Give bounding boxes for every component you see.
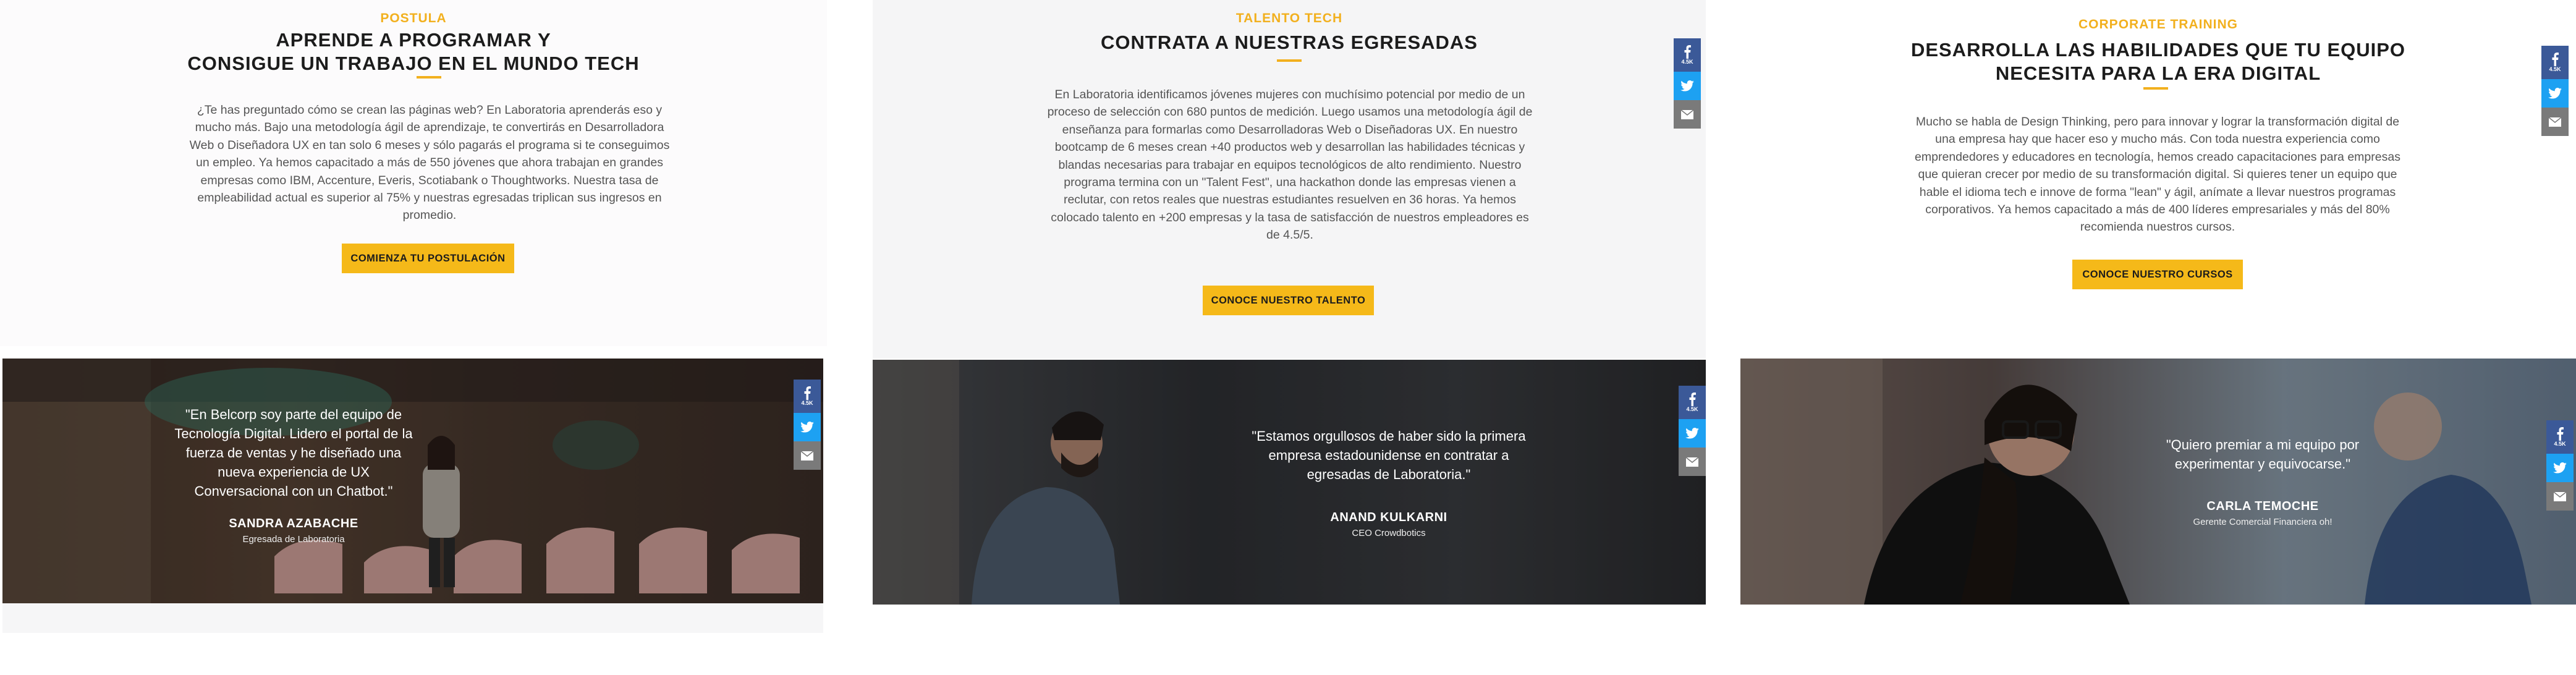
headline-line: DESARROLLA LAS HABILIDADES QUE TU EQUIPO bbox=[1910, 39, 2406, 61]
headline-line: CONTRATA A NUESTRAS EGRESADAS bbox=[1101, 32, 1478, 53]
facebook-icon bbox=[804, 386, 811, 400]
mail-share-button[interactable] bbox=[2546, 482, 2574, 511]
facebook-share-button[interactable]: 4.5K bbox=[1679, 386, 1706, 419]
panel-corporate: CORPORATE TRAINING DESARROLLA LAS HABILI… bbox=[1740, 0, 2576, 675]
body-text: Mucho se habla de Design Thinking, pero … bbox=[1915, 115, 2400, 234]
share-bar: 4.5K bbox=[2541, 46, 2569, 136]
apply-button[interactable]: COMIENZA TU POSTULACIÓN bbox=[342, 244, 514, 273]
talent-button[interactable]: CONOCE NUESTRO TALENTO bbox=[1203, 286, 1374, 315]
body-text: En Laboratoria identificamos jóvenes muj… bbox=[1047, 88, 1533, 242]
testimonial-quote: "Estamos orgullosos de haber sido la pri… bbox=[1252, 428, 1526, 482]
headline: DESARROLLA LAS HABILIDADES QUE TU EQUIPO… bbox=[1740, 38, 2576, 85]
twitter-icon bbox=[1685, 428, 1699, 439]
facebook-icon bbox=[1684, 45, 1691, 59]
facebook-share-count: 4.5K bbox=[801, 400, 813, 406]
twitter-share-button[interactable] bbox=[794, 413, 821, 441]
facebook-share-button[interactable]: 4.5K bbox=[2541, 46, 2569, 79]
mail-icon bbox=[1681, 109, 1693, 119]
accent-rule bbox=[2143, 87, 2168, 90]
twitter-icon bbox=[2548, 88, 2562, 99]
twitter-share-button[interactable] bbox=[2541, 79, 2569, 108]
facebook-share-count: 4.5K bbox=[2549, 66, 2561, 72]
facebook-share-button[interactable]: 4.5K bbox=[2546, 420, 2574, 454]
courses-button[interactable]: CONOCE NUESTRO CURSOS bbox=[2072, 260, 2243, 289]
testimonial-role: Gerente Comercial Financiera oh! bbox=[2193, 517, 2332, 527]
panel-talento: TALENTO TECH CONTRATA A NUESTRAS EGRESAD… bbox=[873, 0, 1706, 675]
mail-share-button[interactable] bbox=[1674, 100, 1701, 129]
mail-icon bbox=[2549, 117, 2561, 127]
testimonial-name: ANAND KULKARNI bbox=[1330, 511, 1447, 524]
mail-share-button[interactable] bbox=[794, 441, 821, 470]
share-bar: 4.5K bbox=[2546, 420, 2574, 511]
eyebrow: CORPORATE TRAINING bbox=[2078, 17, 2238, 32]
twitter-icon bbox=[2553, 462, 2567, 473]
facebook-icon bbox=[1689, 393, 1696, 406]
eyebrow: POSTULA bbox=[380, 11, 447, 25]
mail-share-button[interactable] bbox=[1679, 448, 1706, 476]
accent-rule bbox=[1277, 59, 1302, 62]
facebook-share-count: 4.5K bbox=[2554, 441, 2566, 447]
testimonial-quote: "En Belcorp soy parte del equipo de Tecn… bbox=[174, 407, 413, 499]
headline: CONTRATA A NUESTRAS EGRESADAS bbox=[873, 31, 1706, 54]
facebook-share-button[interactable]: 4.5K bbox=[794, 380, 821, 413]
mail-icon bbox=[2554, 491, 2566, 501]
facebook-share-button[interactable]: 4.5K bbox=[1674, 38, 1701, 72]
twitter-share-button[interactable] bbox=[2546, 454, 2574, 482]
facebook-icon bbox=[2552, 53, 2559, 66]
testimonial-name: CARLA TEMOCHE bbox=[2206, 499, 2319, 513]
headline: APRENDE A PROGRAMAR Y CONSIGUE UN TRABAJ… bbox=[0, 28, 827, 75]
mail-icon bbox=[801, 451, 813, 461]
twitter-icon bbox=[1680, 80, 1694, 91]
facebook-share-count: 4.5K bbox=[1686, 406, 1698, 412]
panel-footer-strip bbox=[2, 603, 823, 633]
headline-line: APRENDE A PROGRAMAR Y bbox=[276, 29, 551, 51]
testimonial-role: Egresada de Laboratoria bbox=[242, 534, 345, 545]
headline-line: CONSIGUE UN TRABAJO EN EL MUNDO TECH bbox=[187, 53, 640, 74]
mail-icon bbox=[1686, 457, 1698, 467]
twitter-share-button[interactable] bbox=[1679, 419, 1706, 448]
headline-line: NECESITA PARA LA ERA DIGITAL bbox=[1995, 62, 2321, 84]
testimonial-name: SANDRA AZABACHE bbox=[229, 517, 358, 530]
panel-postula: POSTULA APRENDE A PROGRAMAR Y CONSIGUE U… bbox=[0, 0, 827, 675]
mail-share-button[interactable] bbox=[2541, 108, 2569, 136]
twitter-share-button[interactable] bbox=[1674, 72, 1701, 100]
body-text: ¿Te has preguntado cómo se crean las pág… bbox=[189, 103, 670, 223]
testimonial-photo: 4.5K bbox=[1740, 359, 2576, 605]
facebook-share-count: 4.5K bbox=[1681, 59, 1693, 65]
photo-overlay bbox=[1740, 359, 2576, 605]
testimonial-role: CEO Crowdbotics bbox=[1352, 528, 1426, 538]
eyebrow: TALENTO TECH bbox=[1235, 11, 1343, 25]
share-bar: 4.5K bbox=[794, 380, 821, 470]
testimonial-quote: "Quiero premiar a mi equipo por experime… bbox=[2166, 437, 2360, 472]
facebook-icon bbox=[2557, 427, 2564, 441]
share-bar: 4.5K bbox=[1674, 38, 1701, 129]
twitter-icon bbox=[800, 422, 814, 433]
accent-rule bbox=[417, 76, 441, 79]
share-bar: 4.5K bbox=[1679, 386, 1706, 476]
